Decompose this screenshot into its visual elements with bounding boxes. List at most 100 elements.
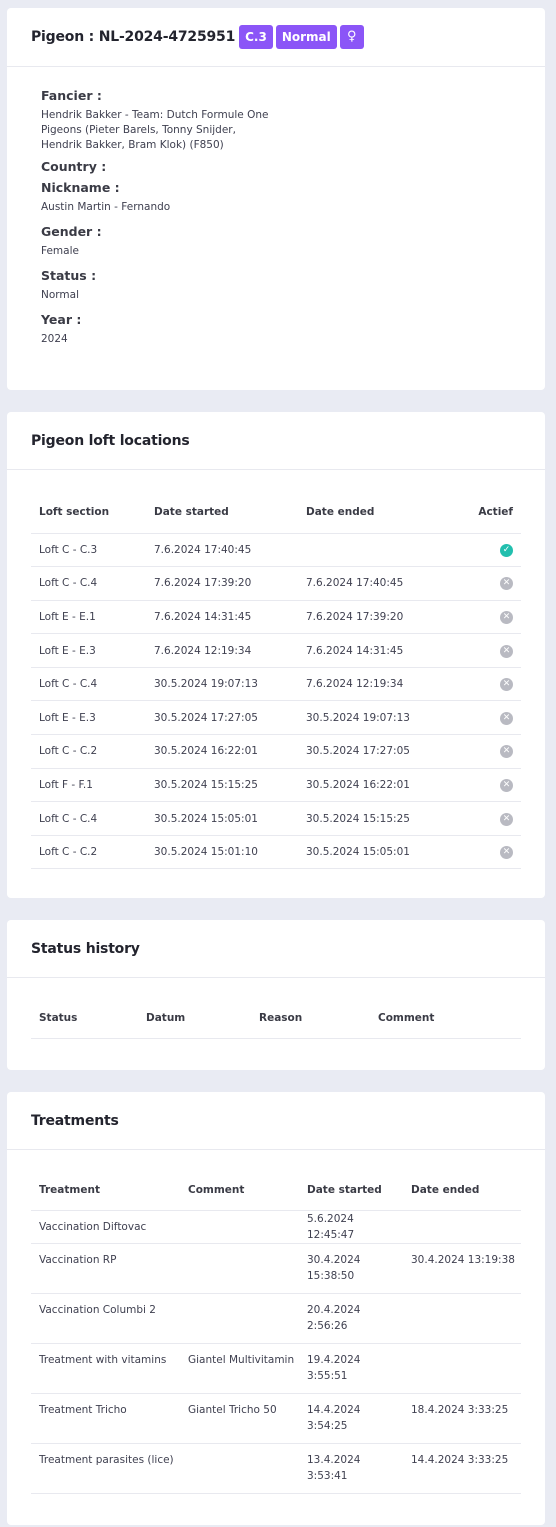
pigeon-header: Pigeon : NL-2024-4725951 C.3 Normal ♀ [7,8,545,67]
loft-cell-section: Loft E - E.3 [31,700,146,736]
status-history-header: Status history [7,920,545,978]
x-circle-icon: ✕ [500,610,513,624]
loft-section-header[interactable]: Loft section [31,492,146,534]
treatment-cell-comment [180,1293,299,1344]
treatment-row: Vaccination Diftovac 5.6.2024 12:45:47 [31,1210,521,1244]
treatment-cell-started: 13.4.2024 3:53:41 [299,1443,403,1494]
loft-row: Loft C - C.4 30.5.2024 19:07:13 7.6.2024 1… [31,667,521,702]
treatment-cell-treatment: Vaccination Columbi 2 [31,1293,180,1344]
loft-cell-started: 30.5.2024 17:27:05 [146,700,298,736]
treatment-started-header[interactable]: Date started [299,1170,403,1211]
treatment-cell-ended [403,1343,521,1394]
loft-cell-section: Loft C - C.3 [31,533,146,568]
x-circle-icon: ✕ [500,812,513,826]
treatment-cell-started: 14.4.2024 3:54:25 [299,1393,403,1444]
treatment-row: Treatment with vitamins Giantel Multivita… [31,1343,521,1394]
pigeon-info-card: Pigeon : NL-2024-4725951 C.3 Normal ♀ Fa… [7,8,545,390]
status-header[interactable]: Status [31,998,138,1039]
treatment-cell-treatment: Treatment parasites (lice) [31,1443,180,1494]
loft-cell-section: Loft C - C.4 [31,801,146,836]
treatment-row: Vaccination RP 30.4.2024 15:38:50 30.4.202… [31,1243,521,1294]
date-started-header[interactable]: Date started [146,492,298,534]
loft-cell-active: ✕ [458,667,521,702]
loft-cell-started: 7.6.2024 14:31:45 [146,600,298,635]
loft-cell-ended: 30.5.2024 15:05:01 [298,835,458,870]
reason-header[interactable]: Reason [251,998,370,1039]
year-label: Year : [41,312,82,327]
status-history-title: Status history [31,940,140,957]
loft-table: Loft section Date started Date ended Act… [31,492,521,870]
loft-cell-ended: 30.5.2024 17:27:05 [298,734,458,769]
loft-cell-ended: 7.6.2024 12:19:34 [298,667,458,702]
loft-cell-started: 7.6.2024 17:40:45 [146,533,298,568]
nickname-value: Austin Martin - Fernando [41,201,171,213]
treatment-cell-ended: 18.4.2024 3:33:25 [403,1393,521,1444]
treatment-ended-header[interactable]: Date ended [403,1170,521,1211]
treatment-cell-started: 20.4.2024 2:56:26 [299,1293,403,1344]
treatments-title: Treatments [31,1112,119,1129]
treatment-cell-comment [180,1243,299,1294]
loft-row: Loft E - E.3 30.5.2024 17:27:05 30.5.2024 … [31,700,521,736]
x-circle-icon: ✕ [500,644,513,658]
comment-header[interactable]: Comment [370,998,521,1039]
year-value: 2024 [41,333,68,345]
section-badge: C.3 [239,25,273,49]
treatment-cell-comment: Giantel Multivitamin [180,1343,299,1394]
loft-cell-ended: 7.6.2024 14:31:45 [298,633,458,668]
treatment-row: Vaccination Columbi 2 20.4.2024 2:56:26 [31,1293,521,1344]
loft-cell-active: ✕ [458,700,521,736]
nickname-label: Nickname : [41,180,120,195]
status-value: Normal [41,289,79,301]
loft-cell-section: Loft C - C.2 [31,835,146,870]
datum-header[interactable]: Datum [138,998,251,1039]
loft-cell-started: 7.6.2024 17:39:20 [146,566,298,601]
treatment-cell-comment: Giantel Tricho 50 [180,1393,299,1444]
treatment-comment-header[interactable]: Comment [180,1170,299,1211]
x-circle-icon: ✕ [500,678,513,692]
treatment-cell-ended: 30.4.2024 13:19:38 [403,1243,521,1294]
loft-cell-started: 7.6.2024 12:19:34 [146,633,298,668]
loft-cell-ended: 30.5.2024 16:22:01 [298,768,458,803]
treatments-table: Treatment Comment Date started Date ende… [31,1170,521,1494]
date-ended-header[interactable]: Date ended [298,492,458,534]
loft-cell-started: 30.5.2024 15:05:01 [146,801,298,836]
treatment-row: Treatment Tricho Giantel Tricho 50 14.4.20… [31,1393,521,1444]
status-history-card: Status history Status Datum Reason Comme… [7,920,545,1070]
loft-header: Pigeon loft locations [7,412,545,470]
treatments-table-header: Treatment Comment Date started Date ende… [31,1170,521,1211]
x-circle-icon: ✕ [500,745,513,759]
loft-cell-active: ✕ [458,600,521,635]
loft-cell-started: 30.5.2024 15:01:10 [146,835,298,870]
fancier-value: Hendrik Bakker - Team: Dutch Formule One… [41,109,269,151]
loft-cell-ended: 30.5.2024 15:15:25 [298,801,458,836]
loft-cell-started: 30.5.2024 15:15:25 [146,768,298,803]
loft-row: Loft F - F.1 30.5.2024 15:15:25 30.5.2024 … [31,768,521,803]
loft-cell-active: ✕ [458,633,521,668]
treatment-cell-treatment: Vaccination Diftovac [31,1210,180,1244]
loft-cell-section: Loft E - E.1 [31,600,146,635]
female-icon: ♀ [339,25,364,49]
treatments-card: Treatments Treatment Comment Date starte… [7,1092,545,1525]
loft-cell-section: Loft E - E.3 [31,633,146,668]
loft-cell-ended: 30.5.2024 19:07:13 [298,700,458,736]
loft-cell-section: Loft C - C.2 [31,734,146,769]
treatment-cell-ended [403,1293,521,1344]
treatment-cell-treatment: Treatment Tricho [31,1393,180,1444]
treatment-cell-treatment: Vaccination RP [31,1243,180,1294]
treatment-cell-started: 19.4.2024 3:55:51 [299,1343,403,1394]
loft-table-header: Loft section Date started Date ended Act… [31,492,521,534]
treatment-header[interactable]: Treatment [31,1170,180,1211]
loft-cell-section: Loft F - F.1 [31,768,146,803]
loft-cell-ended: 7.6.2024 17:40:45 [298,566,458,601]
x-circle-icon: ✕ [500,711,513,725]
treatments-header: Treatments [7,1092,545,1150]
loft-cell-ended: 7.6.2024 17:39:20 [298,600,458,635]
loft-row: Loft C - C.4 30.5.2024 15:05:01 30.5.2024 … [31,801,521,836]
active-header[interactable]: Actief [458,492,521,534]
treatment-cell-comment [180,1210,299,1244]
gender-label: Gender : [41,224,102,239]
loft-cell-active: ✕ [458,734,521,769]
loft-row: Loft C - C.3 7.6.2024 17:40:45 ✓ [31,533,521,568]
loft-locations-card: Pigeon loft locations Loft section Date … [7,412,545,898]
loft-row: Loft E - E.1 7.6.2024 14:31:45 7.6.2024 17… [31,600,521,635]
